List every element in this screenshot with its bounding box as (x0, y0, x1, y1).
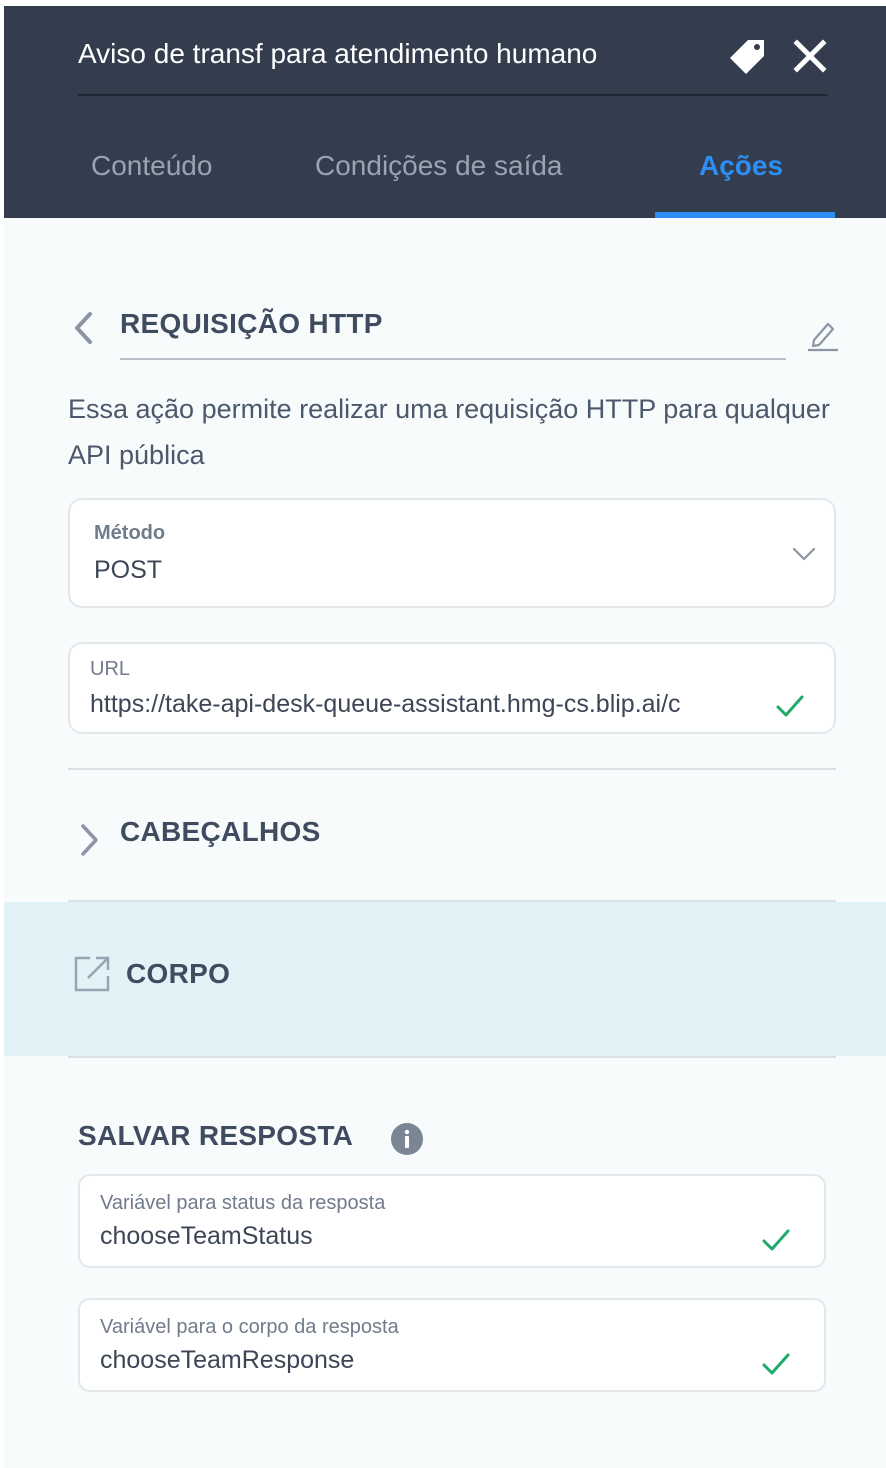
method-label: Método (94, 522, 166, 544)
tag-icon[interactable] (728, 36, 768, 76)
info-icon[interactable] (390, 1122, 424, 1156)
action-description: Essa ação permite realizar uma requisiçã… (68, 394, 830, 470)
status-variable-input[interactable]: chooseTeamStatus (100, 1222, 313, 1251)
url-input[interactable]: https://take-api-desk-queue-assistant.hm… (90, 690, 758, 719)
panel-header: Aviso de transf para atendimento humano … (4, 6, 886, 218)
status-variable-field[interactable]: Variável para status da resposta chooseT… (78, 1174, 826, 1268)
body-variable-label: Variável para o corpo da resposta (100, 1316, 399, 1338)
body-section-title: CORPO (126, 958, 231, 989)
action-title-field[interactable]: REQUISIÇÃO HTTP (120, 298, 786, 360)
method-value: POST (94, 556, 163, 584)
external-link-icon (74, 956, 110, 992)
tab-exit-conditions[interactable]: Condições de saída (315, 150, 563, 182)
body-variable-input[interactable]: chooseTeamResponse (100, 1346, 354, 1375)
check-icon (762, 1229, 790, 1251)
url-field[interactable]: URL https://take-api-desk-queue-assistan… (68, 642, 836, 734)
close-icon[interactable] (790, 36, 830, 76)
divider (68, 1056, 836, 1058)
pencil-icon[interactable] (804, 316, 840, 352)
save-response-title: SALVAR RESPOSTA (78, 1120, 354, 1151)
method-select[interactable]: Método POST (68, 498, 836, 608)
status-variable-label: Variável para status da resposta (100, 1192, 386, 1214)
check-icon (762, 1353, 790, 1375)
divider (68, 768, 836, 770)
body-variable-field[interactable]: Variável para o corpo da resposta choose… (78, 1298, 826, 1392)
action-title: REQUISIÇÃO HTTP (120, 308, 383, 339)
block-title[interactable]: Aviso de transf para atendimento humano (78, 38, 597, 70)
url-label: URL (90, 658, 131, 680)
check-icon (776, 695, 804, 717)
chevron-left-icon[interactable] (70, 310, 98, 346)
tab-content[interactable]: Conteúdo (91, 150, 212, 182)
chevron-right-icon[interactable] (78, 822, 102, 858)
headers-section-title[interactable]: CABEÇALHOS (120, 816, 321, 848)
chevron-down-icon (792, 547, 816, 561)
body-section-row[interactable]: CORPO (4, 902, 886, 1056)
title-row: Aviso de transf para atendimento humano (78, 34, 828, 96)
active-tab-indicator (655, 212, 835, 218)
tab-actions[interactable]: Ações (699, 150, 783, 182)
action-editor-panel: Aviso de transf para atendimento humano … (4, 6, 886, 1468)
